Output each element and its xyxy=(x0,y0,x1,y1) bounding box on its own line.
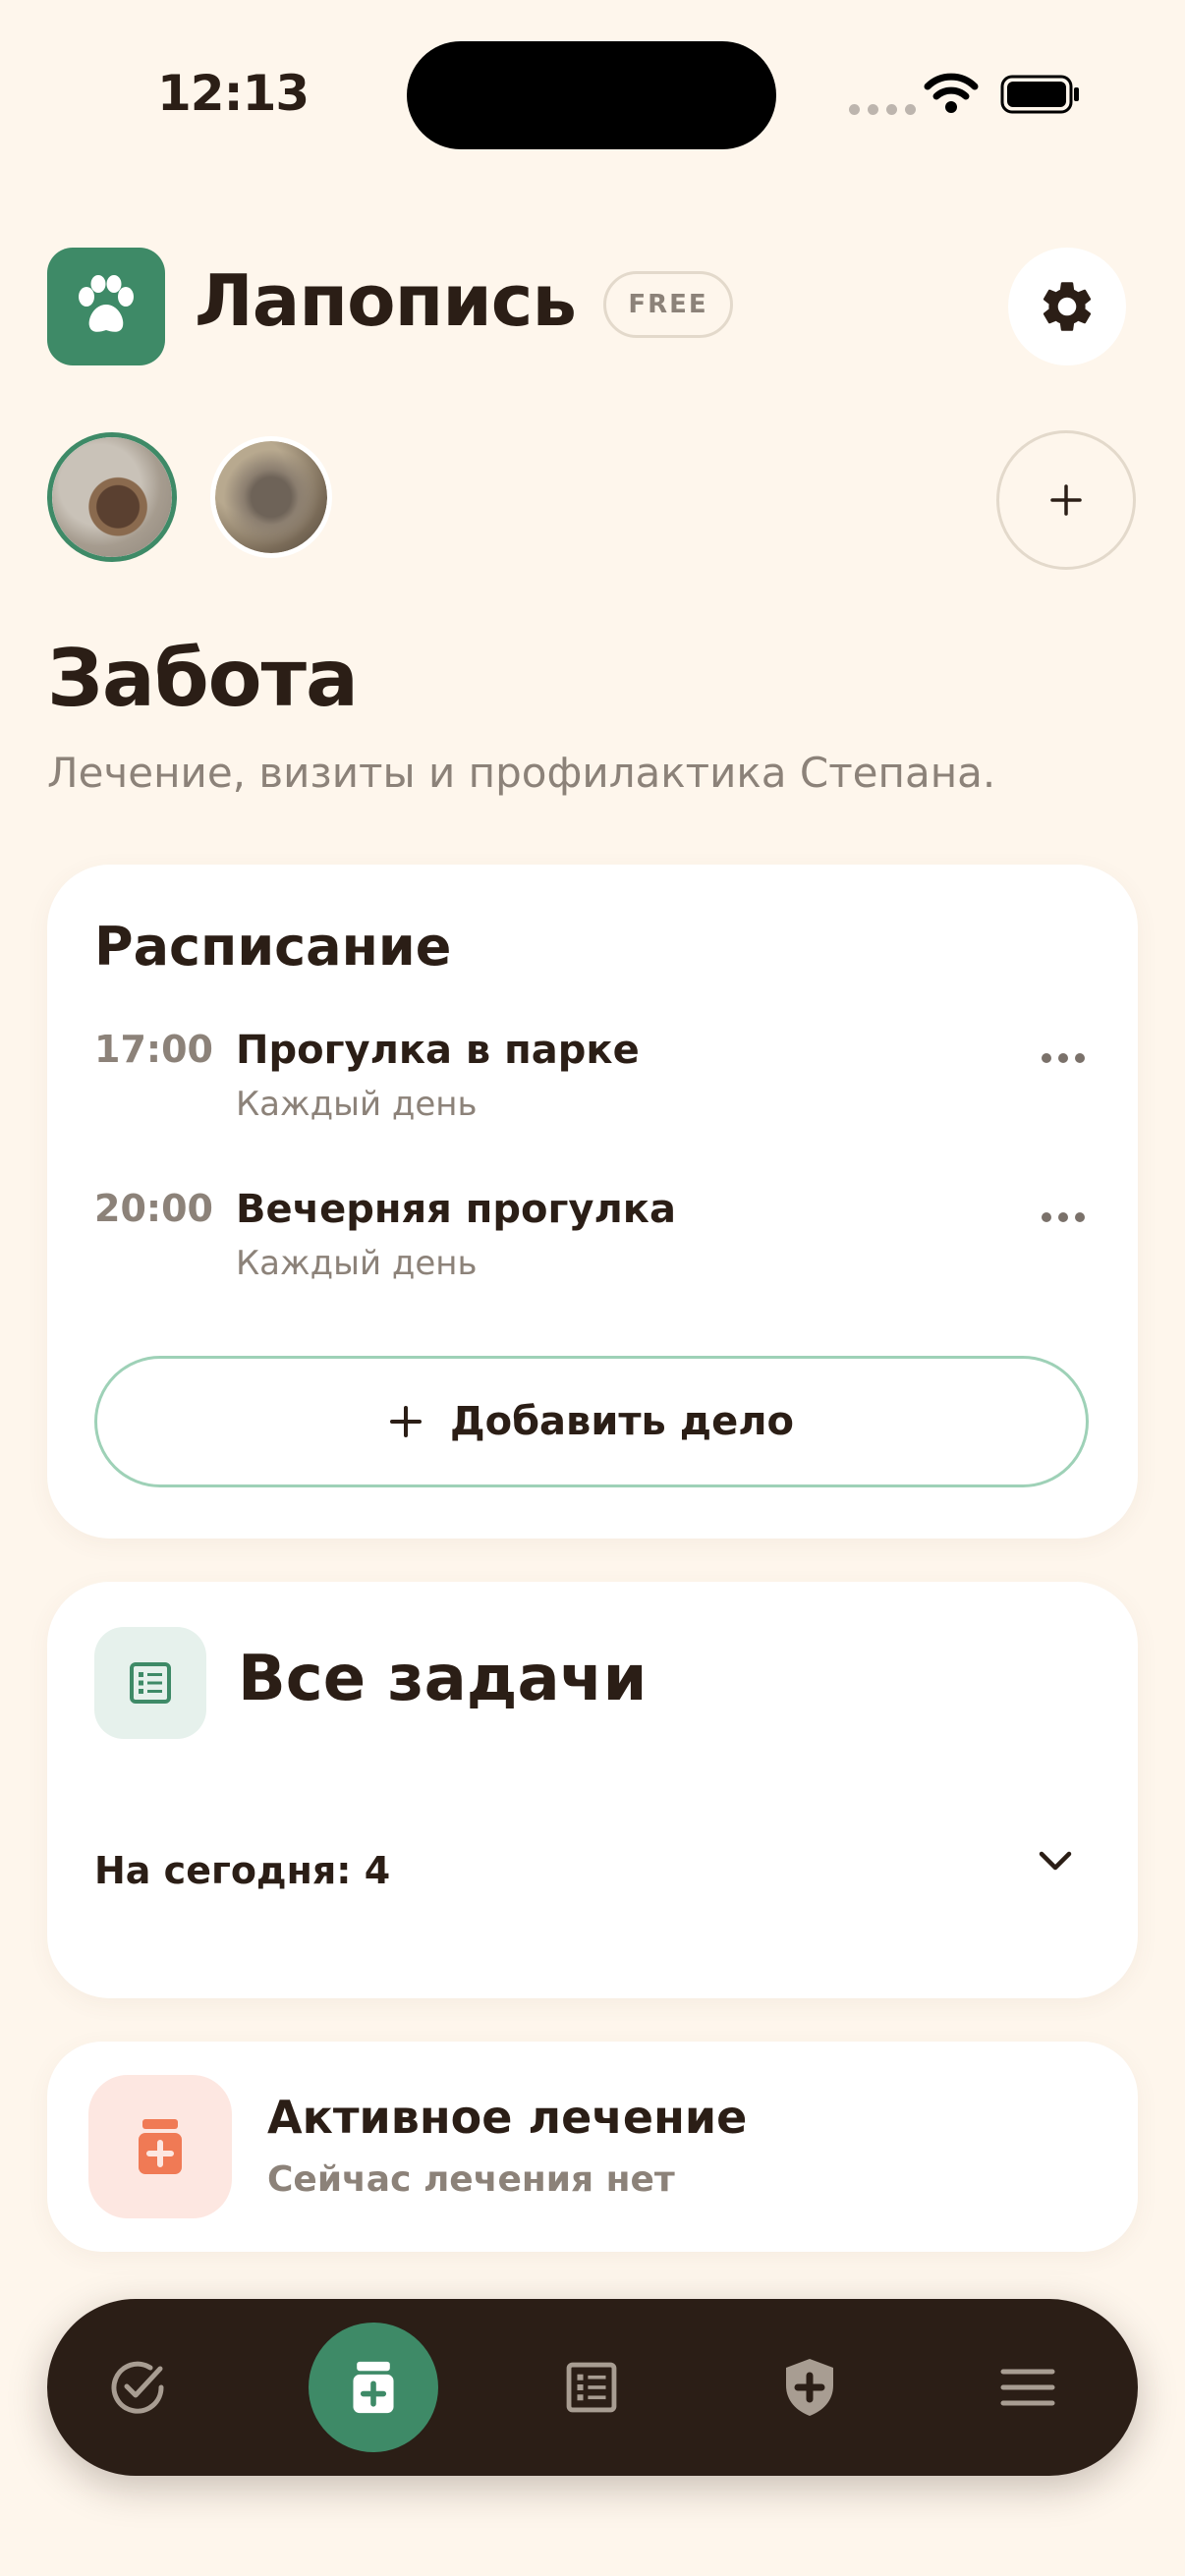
plus-icon xyxy=(1050,484,1082,516)
settings-button[interactable] xyxy=(1008,248,1126,365)
list-icon xyxy=(130,1662,171,1704)
schedule-title: Расписание xyxy=(94,916,452,978)
schedule-item[interactable]: 20:00 Вечерняя прогулка Каждый день xyxy=(94,1187,1089,1305)
tab-health[interactable] xyxy=(747,2324,873,2450)
schedule-card: Расписание 17:00 Прогулка в парке Каждый… xyxy=(47,865,1138,1539)
pet-avatar-dog[interactable] xyxy=(47,432,177,562)
page-title: Забота xyxy=(47,633,359,724)
chevron-down-icon[interactable] xyxy=(1034,1839,1077,1882)
plus-icon xyxy=(390,1406,422,1437)
add-task-button[interactable]: Добавить дело xyxy=(94,1356,1089,1487)
tab-records[interactable] xyxy=(529,2324,654,2450)
treatment-icon-box xyxy=(88,2075,232,2218)
tasks-card[interactable]: Все задачи На сегодня: 4 xyxy=(47,1582,1138,1998)
more-options-icon[interactable] xyxy=(1042,1053,1085,1063)
tab-menu[interactable] xyxy=(965,2324,1091,2450)
page-subtitle: Лечение, визиты и профилактика Степана. xyxy=(47,749,996,797)
paw-icon xyxy=(79,275,134,332)
add-task-label: Добавить дело xyxy=(450,1399,794,1444)
status-time: 12:13 xyxy=(157,65,310,122)
schedule-item-repeat: Каждый день xyxy=(236,1085,478,1124)
cellular-signal-icon xyxy=(849,104,916,115)
medicine-bottle-icon xyxy=(353,2361,394,2414)
plan-badge[interactable]: FREE xyxy=(603,271,733,338)
tab-care[interactable] xyxy=(309,2323,438,2452)
menu-icon xyxy=(1000,2369,1055,2406)
app-logo xyxy=(47,248,165,365)
schedule-item-name: Вечерняя прогулка xyxy=(236,1187,676,1232)
add-pet-button[interactable] xyxy=(996,430,1136,570)
schedule-item[interactable]: 17:00 Прогулка в парке Каждый день xyxy=(94,1028,1089,1146)
treatment-card[interactable]: Активное лечение Сейчас лечения нет xyxy=(47,2042,1138,2252)
medicine-bottle-icon xyxy=(139,2119,182,2174)
more-options-icon[interactable] xyxy=(1042,1212,1085,1222)
dog-photo xyxy=(52,437,172,557)
schedule-item-repeat: Каждый день xyxy=(236,1244,478,1283)
wifi-icon xyxy=(924,73,979,113)
shield-icon xyxy=(786,2359,833,2416)
battery-icon xyxy=(1000,75,1079,114)
app-title: Лапопись xyxy=(195,259,577,342)
cat-photo xyxy=(215,441,327,553)
tasks-icon-box xyxy=(94,1627,206,1739)
schedule-item-time: 20:00 xyxy=(94,1187,213,1230)
tasks-title: Все задачи xyxy=(238,1643,648,1715)
list-icon xyxy=(566,2362,617,2413)
pet-avatar-cat[interactable] xyxy=(210,436,332,558)
bottom-tab-bar xyxy=(47,2299,1138,2476)
check-circle-icon xyxy=(111,2361,164,2414)
schedule-item-time: 17:00 xyxy=(94,1028,213,1071)
tab-today[interactable] xyxy=(75,2324,200,2450)
treatment-title: Активное лечение xyxy=(267,2091,748,2144)
treatment-status: Сейчас лечения нет xyxy=(267,2159,675,2200)
dynamic-island xyxy=(407,41,776,149)
today-count: На сегодня: 4 xyxy=(94,1849,391,1892)
schedule-item-name: Прогулка в парке xyxy=(236,1028,640,1073)
gear-icon xyxy=(1043,282,1092,331)
